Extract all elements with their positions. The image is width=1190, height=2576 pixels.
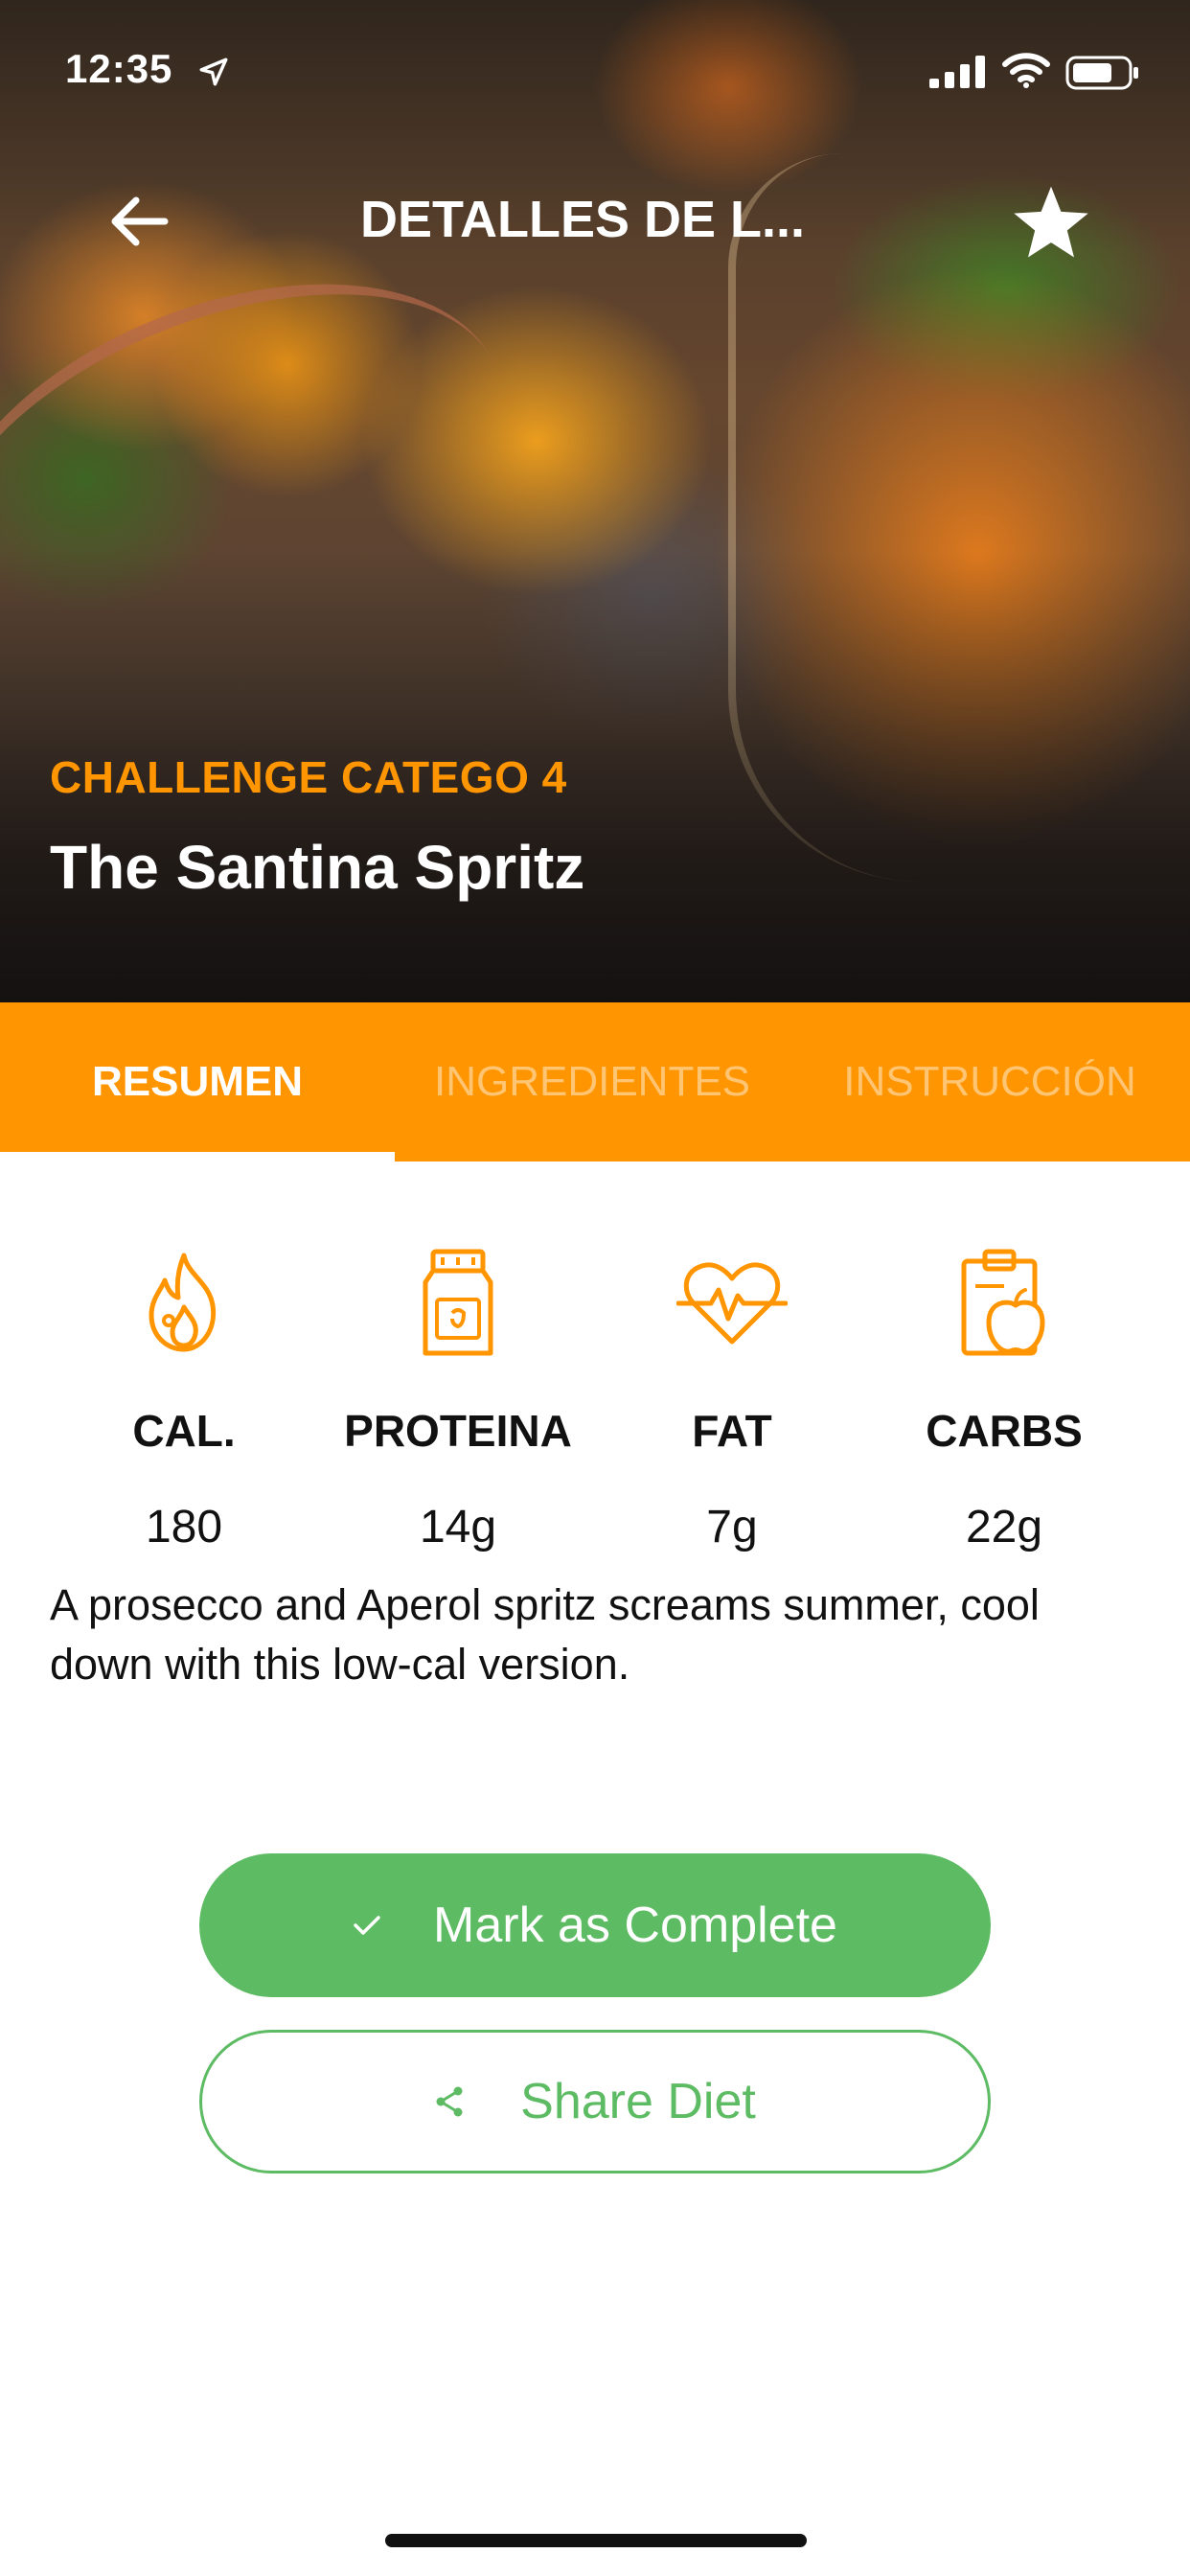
recipe-category: CHALLENGE CATEGO 4 (50, 752, 567, 802)
nutrition-item-fat: FAT 7g (598, 1246, 866, 1553)
nutrition-item-carbs: CARBS 22g (870, 1246, 1138, 1553)
recipe-title: The Santina Spritz (50, 833, 585, 902)
mark-complete-label: Mark as Complete (433, 1898, 837, 1953)
flame-icon (149, 1253, 217, 1352)
nutrition-label: CARBS (926, 1406, 1083, 1456)
recipe-description: A prosecco and Aperol spritz screams sum… (50, 1580, 1040, 1689)
tab-instruccion[interactable]: INSTRUCCIÓN (790, 1002, 1190, 1162)
share-diet-label: Share Diet (520, 2074, 756, 2129)
favorite-button[interactable] (1006, 178, 1096, 268)
home-indicator[interactable] (385, 2534, 807, 2547)
status-bar: 12:35 (0, 0, 1190, 144)
nutrition-item-calories: CAL. 180 (50, 1246, 318, 1553)
nutrition-label: CAL. (132, 1406, 236, 1456)
nutrition-value: 14g (419, 1502, 497, 1552)
nutrition-label: PROTEINA (344, 1406, 572, 1456)
battery-icon (1065, 56, 1138, 90)
location-arrow-icon (199, 58, 228, 86)
cellular-signal-icon (929, 56, 985, 88)
share-icon (436, 2086, 463, 2117)
back-arrow-icon (111, 196, 169, 246)
nutrition-value: 180 (145, 1502, 223, 1552)
nutrition-value: 7g (706, 1502, 758, 1552)
tab-resumen[interactable]: RESUMEN (0, 1002, 395, 1162)
clipboard-apple-icon (961, 1249, 1045, 1356)
heartbeat-icon (676, 1262, 788, 1345)
protein-jar-icon (423, 1249, 493, 1356)
mark-complete-button[interactable]: Mark as Complete (199, 1853, 991, 1997)
checkmark-icon (354, 1916, 380, 1935)
tab-ingredientes[interactable]: INGREDIENTES (395, 1002, 790, 1162)
share-diet-button[interactable]: Share Diet (199, 2030, 991, 2174)
page-title: DETALLES DE L... (360, 191, 806, 248)
nutrition-value: 22g (965, 1502, 1043, 1552)
nutrition-label: FAT (692, 1406, 772, 1456)
wifi-icon (1002, 53, 1050, 88)
active-tab-indicator (0, 1152, 395, 1162)
status-time: 12:35 (65, 46, 173, 91)
back-button[interactable] (100, 188, 176, 255)
tab-bar: RESUMEN INGREDIENTES INSTRUCCIÓN (0, 1002, 1190, 1162)
nutrition-item-protein: PROTEINA 14g (324, 1246, 592, 1553)
star-icon (1014, 186, 1088, 258)
